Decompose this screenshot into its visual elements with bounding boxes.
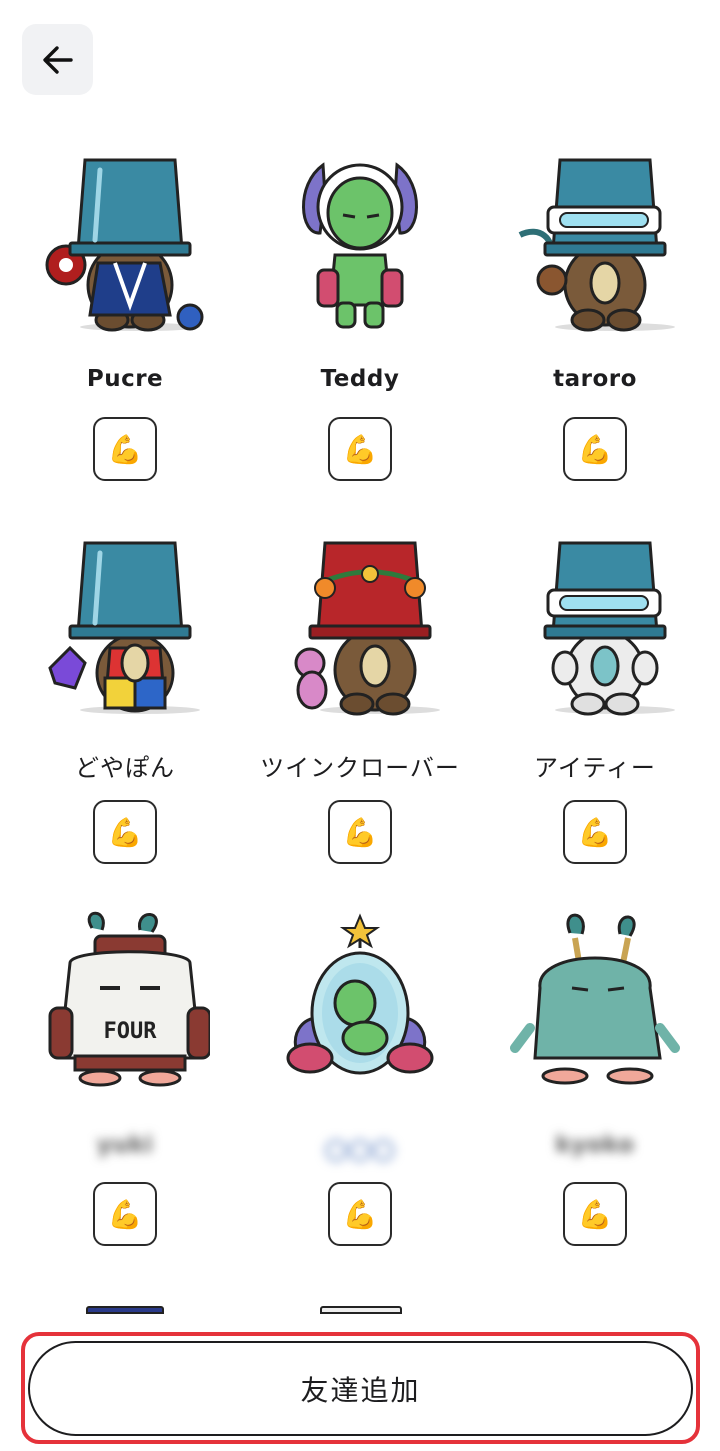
reaction-button[interactable]: 💪: [563, 417, 627, 481]
reaction-button[interactable]: 💪: [328, 800, 392, 864]
reaction-button[interactable]: 💪: [563, 1182, 627, 1246]
friends-page: Pucre 💪 Teddy 💪 taroro 💪 どやぽん 💪 ツインクローバー…: [0, 0, 720, 1451]
next-row-avatar-peek: [320, 1306, 402, 1314]
flexed-biceps-icon: 💪: [342, 815, 378, 849]
friend-name: taroro: [553, 366, 637, 392]
back-button[interactable]: [22, 24, 93, 95]
avatar-green-alien-icon: [302, 162, 418, 329]
svg-text:FOUR: FOUR: [104, 1019, 158, 1044]
friend-name: アイティー: [534, 754, 656, 782]
flexed-biceps-icon: 💪: [107, 1197, 143, 1231]
flexed-biceps-icon: 💪: [107, 432, 143, 466]
friend-name: Teddy: [320, 366, 400, 392]
reaction-button[interactable]: 💪: [93, 800, 157, 864]
friend-name: Pucre: [86, 366, 164, 392]
avatar-red-bucket-flowers-teddy-icon: [294, 541, 440, 716]
arrow-left-icon: [42, 45, 73, 74]
friend-name: ツインクローバー: [260, 754, 460, 782]
avatar-bucket-goggles-plant-icon: [518, 158, 675, 332]
reaction-button[interactable]: 💪: [93, 1182, 157, 1246]
friend-name: yuki: [96, 1132, 154, 1158]
add-friend-label: 友達追加: [300, 1373, 421, 1407]
avatar-sweater-monster-icon: FOUR: [48, 911, 210, 1087]
reaction-button[interactable]: 💪: [93, 417, 157, 481]
flexed-biceps-icon: 💪: [107, 815, 143, 849]
flexed-biceps-icon: 💪: [342, 432, 378, 466]
reaction-button[interactable]: 💪: [563, 800, 627, 864]
flexed-biceps-icon: 💪: [577, 815, 613, 849]
avatar-bucket-goggles-white-icon: [543, 541, 675, 716]
friend-name: 〇〇〇: [324, 1139, 396, 1165]
reaction-button[interactable]: 💪: [328, 1182, 392, 1246]
flexed-biceps-icon: 💪: [577, 432, 613, 466]
flexed-biceps-icon: 💪: [342, 1197, 378, 1231]
reaction-button[interactable]: 💪: [328, 417, 392, 481]
avatar-bucket-colorful-body-icon: [48, 541, 200, 714]
friend-name: どやぽん: [75, 754, 175, 782]
avatar-alien-in-capsule-icon: [286, 913, 434, 1075]
add-friend-button[interactable]: 友達追加: [28, 1341, 693, 1436]
avatar-furry-green-monster-icon: [510, 913, 680, 1085]
avatar-bucket-bear-kimono-icon: [45, 158, 204, 332]
flexed-biceps-icon: 💪: [577, 1197, 613, 1231]
friend-name: kyoko: [555, 1132, 635, 1158]
next-row-avatar-peek: [86, 1306, 164, 1314]
